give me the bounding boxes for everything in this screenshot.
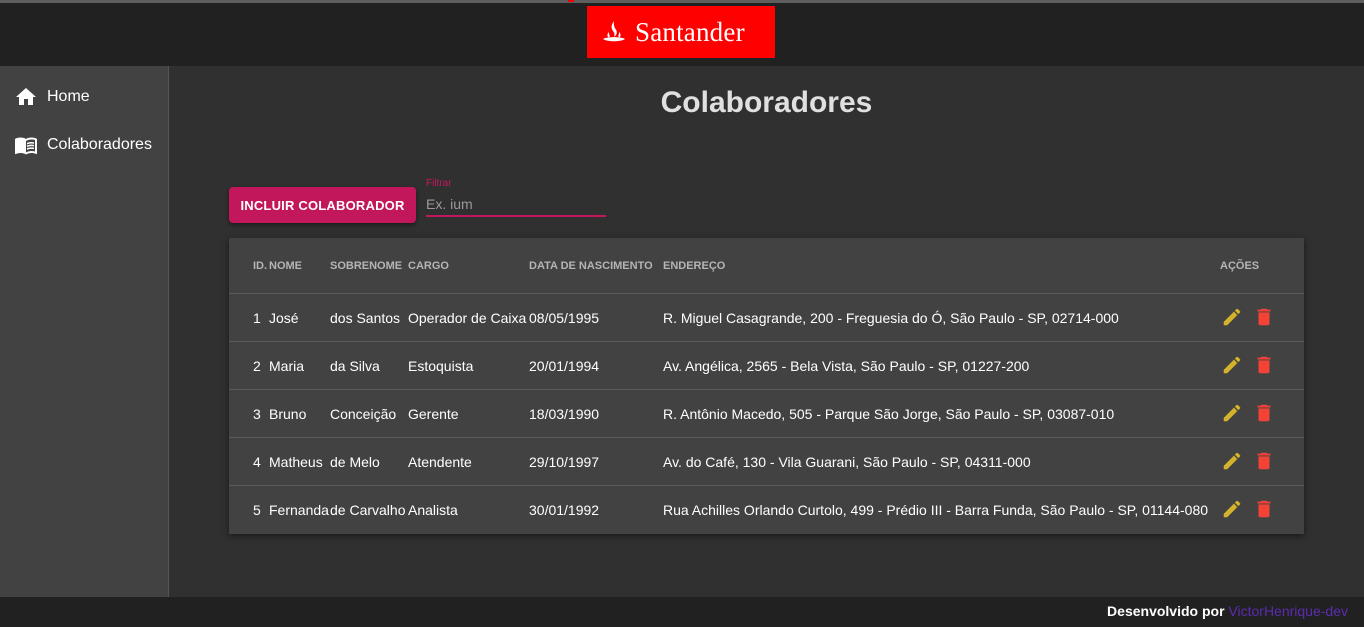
delete-trash-icon[interactable] (1253, 402, 1275, 424)
cell-endereco: Av. Angélica, 2565 - Bela Vista, São Pau… (663, 358, 1030, 374)
add-colaborador-button[interactable]: INCLUIR COLABORADOR (229, 187, 416, 223)
header-id[interactable]: ID. (253, 260, 267, 272)
cell-nascimento: 20/01/1994 (529, 358, 600, 374)
cell-cargo: Gerente (408, 406, 459, 422)
header-acoes: AÇÕES (1220, 260, 1260, 272)
header-nascimento[interactable]: DATA DE NASCIMENTO (529, 260, 653, 272)
cell-endereco: Rua Achilles Orlando Curtolo, 499 - Préd… (663, 502, 1209, 518)
cell-id: 3 (253, 406, 261, 422)
santander-logo[interactable]: Santander (587, 6, 775, 58)
cell-nome: José (269, 310, 299, 326)
table-row: 2 Maria da Silva Estoquista 20/01/1994 A… (229, 341, 1304, 389)
sidebar-item-label: Home (47, 88, 90, 105)
cell-nome: Fernanda (269, 502, 329, 518)
cell-endereco: Av. do Café, 130 - Vila Guarani, São Pau… (663, 454, 1031, 470)
table-row: 5 Fernanda de Carvalho Analista 30/01/19… (229, 485, 1304, 533)
delete-trash-icon[interactable] (1253, 450, 1275, 472)
table-row: 3 Bruno Conceição Gerente 18/03/1990 R. … (229, 389, 1304, 437)
cell-id: 2 (253, 358, 261, 374)
cell-sobrenome: da Silva (330, 358, 380, 374)
edit-pencil-icon[interactable] (1221, 402, 1243, 424)
header-nome[interactable]: NOME (269, 260, 302, 272)
cell-nome: Maria (269, 358, 305, 374)
cell-sobrenome: dos Santos (330, 310, 401, 326)
header-cargo[interactable]: CARGO (408, 260, 449, 272)
flame-icon (603, 21, 625, 42)
home-icon (16, 88, 36, 105)
cell-nascimento: 08/05/1995 (529, 310, 600, 326)
filter-input[interactable] (426, 193, 606, 217)
table-row: 1 José dos Santos Operador de Caixa 08/0… (229, 293, 1304, 341)
table-row: 4 Matheus de Melo Atendente 29/10/1997 A… (229, 437, 1304, 485)
header-sobrenome[interactable]: SOBRENOME (330, 260, 402, 272)
cell-cargo: Analista (408, 502, 458, 518)
cell-id: 1 (253, 310, 261, 326)
cell-nome: Matheus (269, 454, 323, 470)
cell-id: 5 (253, 502, 261, 518)
filter-field: Filtrar (426, 178, 606, 219)
cell-nascimento: 30/01/1992 (529, 502, 600, 518)
footer-text: Desenvolvido por (1107, 603, 1225, 619)
footer-author-link[interactable]: VictorHenrique-dev (1228, 603, 1348, 619)
filter-label: Filtrar (426, 178, 452, 189)
cell-sobrenome: de Melo (330, 454, 380, 470)
cell-cargo: Operador de Caixa (408, 310, 527, 326)
cell-nascimento: 29/10/1997 (529, 454, 600, 470)
colaboradores-table: ID. NOME SOBRENOME CARGO DATA DE NASCIME… (229, 238, 1304, 534)
sidebar: Home Colaboradores (0, 66, 169, 597)
cell-cargo: Estoquista (408, 358, 474, 374)
cell-sobrenome: de Carvalho (330, 502, 406, 518)
footer-credit: Desenvolvido por VictorHenrique-dev (1107, 603, 1348, 619)
edit-pencil-icon[interactable] (1221, 306, 1243, 328)
delete-trash-icon[interactable] (1253, 306, 1275, 328)
page-title: Colaboradores (660, 86, 873, 119)
cell-id: 4 (253, 454, 261, 470)
app-header: Santander (0, 3, 1364, 66)
delete-trash-icon[interactable] (1253, 498, 1275, 520)
edit-pencil-icon[interactable] (1221, 450, 1243, 472)
app-footer: Desenvolvido por VictorHenrique-dev (0, 597, 1364, 627)
brand-name: Santander (635, 16, 745, 47)
cell-sobrenome: Conceição (330, 406, 397, 422)
sidebar-item-home[interactable]: Home (0, 77, 168, 117)
delete-trash-icon[interactable] (1253, 354, 1275, 376)
cell-nome: Bruno (269, 406, 307, 422)
cell-cargo: Atendente (408, 454, 472, 470)
cell-nascimento: 18/03/1990 (529, 406, 600, 422)
sidebar-item-colaboradores[interactable]: Colaboradores (0, 125, 168, 165)
sidebar-item-label: Colaboradores (47, 136, 152, 153)
header-endereco[interactable]: ENDEREÇO (663, 260, 725, 272)
book-icon (15, 137, 37, 155)
edit-pencil-icon[interactable] (1221, 354, 1243, 376)
edit-pencil-icon[interactable] (1221, 498, 1243, 520)
cell-endereco: R. Antônio Macedo, 505 - Parque São Jorg… (663, 406, 1115, 422)
cell-endereco: R. Miguel Casagrande, 200 - Freguesia do… (663, 310, 1119, 326)
top-strip-accent (568, 0, 574, 2)
